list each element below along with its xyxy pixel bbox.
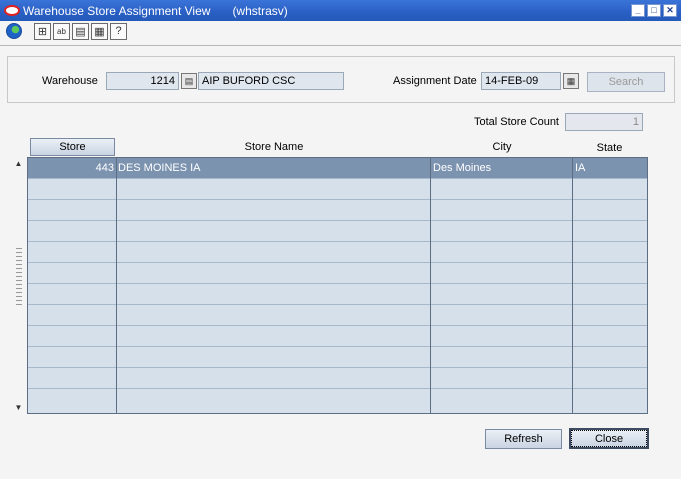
column-header-city: City	[492, 141, 512, 153]
table-row-empty[interactable]	[28, 200, 647, 221]
search-button[interactable]: Search	[587, 72, 665, 92]
title-bar: Warehouse Store Assignment View (whstras…	[0, 0, 681, 21]
refresh-button[interactable]: Refresh	[485, 429, 562, 449]
table-row-empty[interactable]	[28, 326, 647, 347]
window-title: Warehouse Store Assignment View	[23, 3, 211, 18]
column-header-state: State	[596, 142, 623, 154]
total-store-count-label: Total Store Count	[474, 116, 559, 128]
warehouse-name-field: AIP BUFORD CSC	[198, 72, 344, 90]
warehouse-id-field[interactable]: 1214	[106, 72, 179, 90]
total-store-count-field: 1	[565, 113, 643, 131]
maximize-icon[interactable]: □	[647, 4, 661, 17]
cell-city: Des Moines	[433, 162, 492, 174]
cell-store: 443	[95, 162, 114, 174]
column-header-store-name: Store Name	[244, 141, 304, 153]
table-row-empty[interactable]	[28, 305, 647, 326]
oracle-logo-icon	[4, 5, 20, 16]
calendar-icon[interactable]: ▦	[563, 73, 579, 89]
scroll-grip[interactable]	[16, 248, 22, 308]
table-row-empty[interactable]	[28, 179, 647, 200]
minimize-icon[interactable]: _	[631, 4, 645, 17]
help-icon[interactable]: ?	[110, 22, 127, 40]
close-button[interactable]: Close	[569, 428, 649, 449]
column-divider	[116, 158, 117, 413]
scroll-down-icon[interactable]: ▼	[13, 402, 24, 413]
warehouse-label: Warehouse	[42, 75, 98, 87]
store-grid: 443 DES MOINES IA Des Moines IA	[27, 157, 648, 414]
column-divider	[430, 158, 431, 413]
column-divider	[572, 158, 573, 413]
toolbar: ⊞ ab ▤ ▦ ?	[0, 21, 681, 41]
toolbar-divider	[0, 45, 681, 46]
clipboard-icon[interactable]: ▤	[72, 22, 89, 40]
print-icon[interactable]: ▦	[91, 22, 108, 40]
table-row[interactable]: 443 DES MOINES IA Des Moines IA	[28, 158, 647, 179]
table-row-empty[interactable]	[28, 389, 647, 410]
table-row-empty[interactable]	[28, 368, 647, 389]
table-row-empty[interactable]	[28, 221, 647, 242]
globe-icon[interactable]	[6, 23, 22, 39]
assignment-date-label: Assignment Date	[393, 75, 477, 87]
calculator-icon[interactable]: ⊞	[34, 22, 51, 40]
table-row-empty[interactable]	[28, 242, 647, 263]
scroll-up-icon[interactable]: ▲	[13, 158, 24, 169]
column-header-store[interactable]: Store	[30, 138, 115, 156]
cell-store-name: DES MOINES IA	[118, 162, 201, 174]
close-window-icon[interactable]: ✕	[663, 4, 677, 17]
table-row-empty[interactable]	[28, 284, 647, 305]
table-row-empty[interactable]	[28, 263, 647, 284]
window-code: (whstrasv)	[232, 3, 288, 18]
window-controls: _ □ ✕	[631, 4, 677, 17]
warehouse-lov-icon[interactable]: ▤	[181, 73, 197, 89]
assignment-date-field[interactable]: 14-FEB-09	[481, 72, 561, 90]
vertical-scrollbar[interactable]: ▲ ▼	[12, 158, 25, 413]
table-row-empty[interactable]	[28, 347, 647, 368]
cell-state: IA	[575, 162, 586, 174]
abc-icon[interactable]: ab	[53, 22, 70, 40]
